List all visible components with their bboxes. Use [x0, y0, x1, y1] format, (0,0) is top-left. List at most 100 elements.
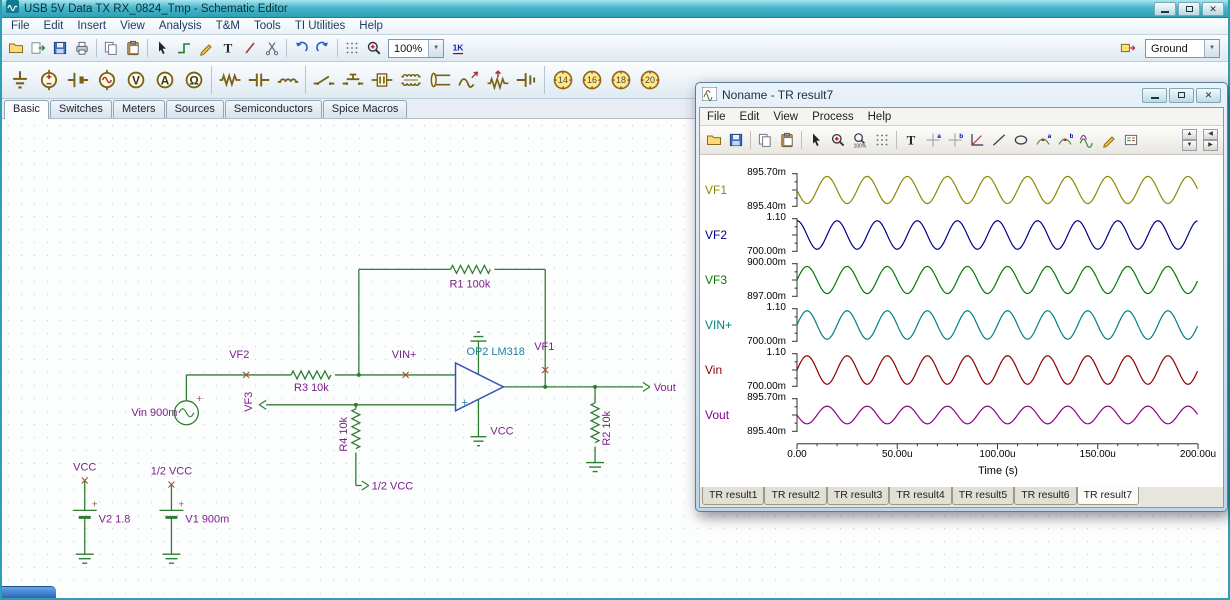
- result-tab-tr-result6[interactable]: TR result6: [1014, 487, 1077, 505]
- component-ground-icon[interactable]: [5, 64, 34, 96]
- label-vin-source[interactable]: Vin 900m: [131, 407, 177, 419]
- component-relay-icon[interactable]: [367, 64, 396, 96]
- label-r3[interactable]: R3 10k: [294, 382, 329, 394]
- component-inductor-icon[interactable]: [273, 64, 302, 96]
- component-resistor-icon[interactable]: [215, 64, 244, 96]
- signal-name-vin[interactable]: Vin: [705, 363, 722, 377]
- toolbar-pen-icon[interactable]: [195, 37, 217, 59]
- tr-menu-process[interactable]: Process: [805, 110, 861, 124]
- result-tab-tr-result7[interactable]: TR result7: [1076, 487, 1140, 505]
- scale-spinner[interactable]: ▲ ▼: [1182, 129, 1197, 151]
- trtoolbar-ellipse-icon[interactable]: [1010, 129, 1032, 151]
- component-terminator-icon[interactable]: [512, 64, 541, 96]
- label-vf2[interactable]: VF2: [229, 349, 249, 361]
- main-maximize-button[interactable]: [1178, 1, 1200, 16]
- trtoolbar-zoom-in-icon[interactable]: [827, 129, 849, 151]
- trtoolbar-axis-icon[interactable]: [966, 129, 988, 151]
- component-voltage-generator-icon[interactable]: [92, 64, 121, 96]
- spin-up-button[interactable]: ▲: [1182, 129, 1197, 140]
- signal-name-vf1[interactable]: VF1: [705, 183, 727, 197]
- pan-left-button[interactable]: ◀: [1203, 129, 1218, 140]
- zoom-combobox[interactable]: 100% ▼: [388, 38, 445, 58]
- label-half-vcc-rail[interactable]: 1/2 VCC: [151, 466, 192, 478]
- trtoolbar-marker-b-icon[interactable]: b: [1054, 129, 1076, 151]
- waveform-vf3[interactable]: [789, 263, 1200, 297]
- waveform-vout[interactable]: [789, 398, 1200, 432]
- component-dip-20-icon[interactable]: 20: [635, 64, 664, 96]
- trtoolbar-cursor-b-icon[interactable]: b: [944, 129, 966, 151]
- label-v1[interactable]: V1 900m: [185, 513, 229, 525]
- main-minimize-button[interactable]: [1154, 1, 1176, 16]
- toolbar-wire-icon[interactable]: [173, 37, 195, 59]
- result-tab-tr-result4[interactable]: TR result4: [889, 487, 952, 505]
- trtoolbar-select-icon[interactable]: [805, 129, 827, 151]
- tr-minimize-button[interactable]: [1142, 87, 1167, 103]
- toolbar-slash-icon[interactable]: [239, 37, 261, 59]
- component-tab-meters[interactable]: Meters: [112, 100, 165, 118]
- tr-close-button[interactable]: ✕: [1196, 87, 1221, 103]
- trtoolbar-open-icon[interactable]: [703, 129, 725, 151]
- label-r4[interactable]: R4 10k: [338, 416, 350, 451]
- toolbar-text-icon[interactable]: T: [217, 37, 239, 59]
- component-tab-sources[interactable]: Sources: [165, 100, 224, 118]
- ground-combobox[interactable]: Ground ▼: [1145, 38, 1220, 58]
- resistor-r4[interactable]: [350, 408, 362, 450]
- label-r1[interactable]: R1 100k: [450, 278, 491, 290]
- main-titlebar[interactable]: USB 5V Data TX RX_0824_Tmp - Schematic E…: [2, 0, 1228, 18]
- toolbar-io-state-icon[interactable]: [1117, 37, 1139, 59]
- component-voltmeter-icon[interactable]: V: [121, 64, 150, 96]
- label-vf1[interactable]: VF1: [534, 341, 554, 353]
- result-tab-tr-result1[interactable]: TR result1: [702, 487, 765, 505]
- toolbar-copy-icon[interactable]: [100, 37, 122, 59]
- label-opamp[interactable]: OP2 LM318: [466, 346, 524, 358]
- main-menu-insert[interactable]: Insert: [70, 19, 113, 33]
- toolbar-grid-icon[interactable]: [341, 37, 363, 59]
- signal-name-vout[interactable]: Vout: [705, 408, 729, 422]
- component-dip-18-icon[interactable]: 18: [606, 64, 635, 96]
- waveform-vf1[interactable]: [789, 173, 1200, 207]
- component-pushbutton-icon[interactable]: [338, 64, 367, 96]
- component-tab-switches[interactable]: Switches: [49, 100, 112, 118]
- component-battery-icon[interactable]: [63, 64, 92, 96]
- zoom-dropdown-arrow[interactable]: ▼: [428, 39, 444, 57]
- component-dip-16-icon[interactable]: 16: [577, 64, 606, 96]
- tr-menu-file[interactable]: File: [700, 110, 733, 124]
- main-menu-view[interactable]: View: [113, 19, 152, 33]
- trtoolbar-save-icon[interactable]: [725, 129, 747, 151]
- signal-name-vf2[interactable]: VF2: [705, 228, 727, 242]
- toolbar-undo-icon[interactable]: [290, 37, 312, 59]
- component-dip-14-icon[interactable]: 14: [548, 64, 577, 96]
- tr-menu-help[interactable]: Help: [861, 110, 899, 124]
- label-vf3[interactable]: VF3: [243, 392, 255, 412]
- main-menu-tools[interactable]: Tools: [247, 19, 288, 33]
- label-v2[interactable]: V2 1.8: [99, 513, 131, 525]
- component-ohmmeter-icon[interactable]: Ω: [179, 64, 208, 96]
- tr-menu-view[interactable]: View: [766, 110, 805, 124]
- component-switch-icon[interactable]: [309, 64, 338, 96]
- toolbar-pin-1k-icon[interactable]: 1K: [447, 37, 469, 59]
- tr-plot-area[interactable]: VF1 895.70m 895.40m VF2 1.10 700.00m VF3 900.00…: [700, 155, 1223, 487]
- toolbar-paste-icon[interactable]: [122, 37, 144, 59]
- toolbar-select-icon[interactable]: [151, 37, 173, 59]
- toolbar-export-icon[interactable]: [27, 37, 49, 59]
- trtoolbar-curves-icon[interactable]: [1076, 129, 1098, 151]
- label-vin-plus[interactable]: VIN+: [392, 349, 417, 361]
- trtoolbar-marker-a-icon[interactable]: a: [1032, 129, 1054, 151]
- result-tab-tr-result5[interactable]: TR result5: [951, 487, 1015, 505]
- main-close-button[interactable]: ✕: [1202, 1, 1224, 16]
- trtoolbar-text-icon[interactable]: T: [900, 129, 922, 151]
- toolbar-cut-icon[interactable]: [261, 37, 283, 59]
- label-vout[interactable]: Vout: [654, 382, 676, 394]
- signal-name-vf3[interactable]: VF3: [705, 273, 727, 287]
- toolbar-save-icon[interactable]: [49, 37, 71, 59]
- waveform-vin[interactable]: [789, 353, 1200, 387]
- main-menu-ti-utilities[interactable]: TI Utilities: [288, 19, 352, 33]
- pan-spinner[interactable]: ◀ ▶: [1203, 129, 1218, 151]
- component-nonlinear-icon[interactable]: [454, 64, 483, 96]
- component-coupled-inductor-icon[interactable]: [396, 64, 425, 96]
- tr-menu-edit[interactable]: Edit: [733, 110, 767, 124]
- label-vcc-opamp[interactable]: VCC: [490, 426, 513, 438]
- trtoolbar-legend-icon[interactable]: [1120, 129, 1142, 151]
- tr-titlebar[interactable]: Noname - TR result7 ✕: [699, 83, 1224, 107]
- toolbar-open-icon[interactable]: [5, 37, 27, 59]
